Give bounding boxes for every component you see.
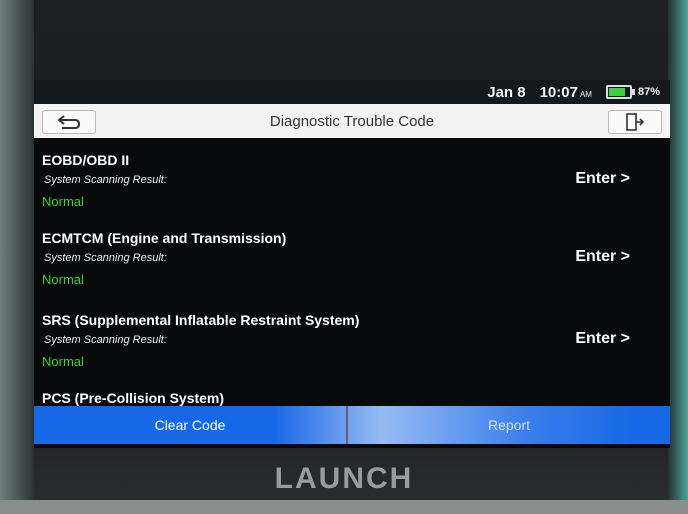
- exit-button[interactable]: [608, 110, 662, 134]
- system-list: EOBD/OBD II System Scanning Result: Norm…: [34, 138, 670, 408]
- system-name: EOBD/OBD II: [42, 152, 130, 168]
- battery-tip: [631, 89, 635, 95]
- scan-status: Normal: [42, 272, 84, 287]
- bezel-bottom-edge: [0, 500, 688, 514]
- scan-result-label: System Scanning Result:: [44, 334, 167, 346]
- report-button[interactable]: Report: [348, 406, 670, 444]
- scan-status: Normal: [42, 354, 84, 369]
- battery-percent: 87%: [637, 86, 660, 98]
- brand-logo: LAUNCH: [274, 462, 414, 495]
- device-screen: Jan 8 10:07 AM 87% Diagnostic Trouble Cod…: [34, 80, 670, 448]
- back-button[interactable]: [42, 110, 96, 134]
- battery-icon: [605, 85, 635, 99]
- clear-code-button[interactable]: Clear Code: [34, 406, 346, 444]
- status-bar: Jan 8 10:07 AM 87%: [34, 80, 670, 104]
- enter-button[interactable]: Enter >: [575, 248, 630, 266]
- status-time-ampm: AM: [579, 89, 592, 99]
- status-time: 10:07 AM: [540, 84, 592, 101]
- status-time-value: 10:07: [539, 83, 578, 101]
- scan-status: Normal: [42, 194, 84, 209]
- system-name: ECMTCM (Engine and Transmission): [42, 230, 287, 246]
- list-item: SRS (Supplemental Inflatable Restraint S…: [42, 298, 662, 378]
- bezel-left-edge: [0, 0, 34, 514]
- status-date: Jan 8: [487, 83, 526, 101]
- battery-fill: [608, 88, 625, 96]
- list-item: PCS (Pre-Collision System): [42, 376, 662, 408]
- system-name: SRS (Supplemental Inflatable Restraint S…: [42, 312, 360, 328]
- back-arrow-icon: [57, 115, 81, 129]
- scan-result-label: System Scanning Result:: [44, 174, 167, 186]
- system-name: PCS (Pre-Collision System): [42, 390, 225, 406]
- page-title: Diagnostic Trouble Code: [269, 112, 435, 130]
- list-item: EOBD/OBD II System Scanning Result: Norm…: [42, 138, 662, 218]
- bezel-right-edge: [668, 0, 688, 514]
- scan-result-label: System Scanning Result:: [44, 252, 167, 264]
- bottom-action-bar: Clear Code Report: [34, 406, 670, 444]
- battery-indicator: 87%: [605, 85, 660, 99]
- enter-button[interactable]: Enter >: [575, 330, 630, 348]
- list-item: ECMTCM (Engine and Transmission) System …: [42, 216, 662, 296]
- exit-door-icon: [626, 113, 645, 131]
- title-bar: Diagnostic Trouble Code: [34, 104, 670, 138]
- enter-button[interactable]: Enter >: [575, 170, 630, 188]
